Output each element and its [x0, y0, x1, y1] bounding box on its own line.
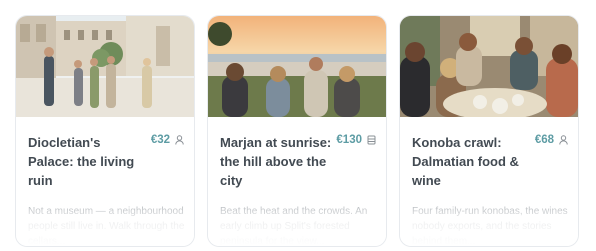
tour-description: Four family-run konobas, the wines nobod… [412, 206, 568, 247]
tour-title: Diocletian's Palace: the living ruin [28, 135, 135, 188]
tour-card-diocletian[interactable]: Diocletian's Palace: the living ruin €32… [15, 15, 195, 247]
tour-price: €68 [535, 134, 568, 146]
tour-photo-palace [16, 16, 194, 117]
tour-card-konoba[interactable]: Konoba crawl: Dalmatian food & wine €68 … [399, 15, 579, 247]
tour-price-value: €130 [336, 134, 362, 146]
tour-title: Konoba crawl: Dalmatian food & wine [412, 135, 519, 188]
tour-photo-konoba [400, 16, 578, 117]
tour-price: €130 [336, 134, 376, 146]
person-icon [559, 135, 568, 145]
tour-price-value: €32 [150, 134, 170, 146]
tour-card-marjan[interactable]: Marjan at sunrise: the hill above the ci… [207, 15, 387, 247]
tour-description: Not a museum — a neighbourhood people st… [28, 206, 185, 247]
tour-description: Beat the heat and the crowds. An early c… [220, 206, 368, 247]
tour-photo-marjan [208, 16, 386, 117]
tour-price-value: €68 [534, 134, 554, 146]
tour-card-list: Diocletian's Palace: the living ruin €32… [0, 0, 596, 251]
group-icon [367, 135, 376, 145]
person-icon [175, 135, 184, 145]
tour-title: Marjan at sunrise: the hill above the ci… [220, 135, 332, 188]
tour-price: €32 [151, 134, 184, 146]
